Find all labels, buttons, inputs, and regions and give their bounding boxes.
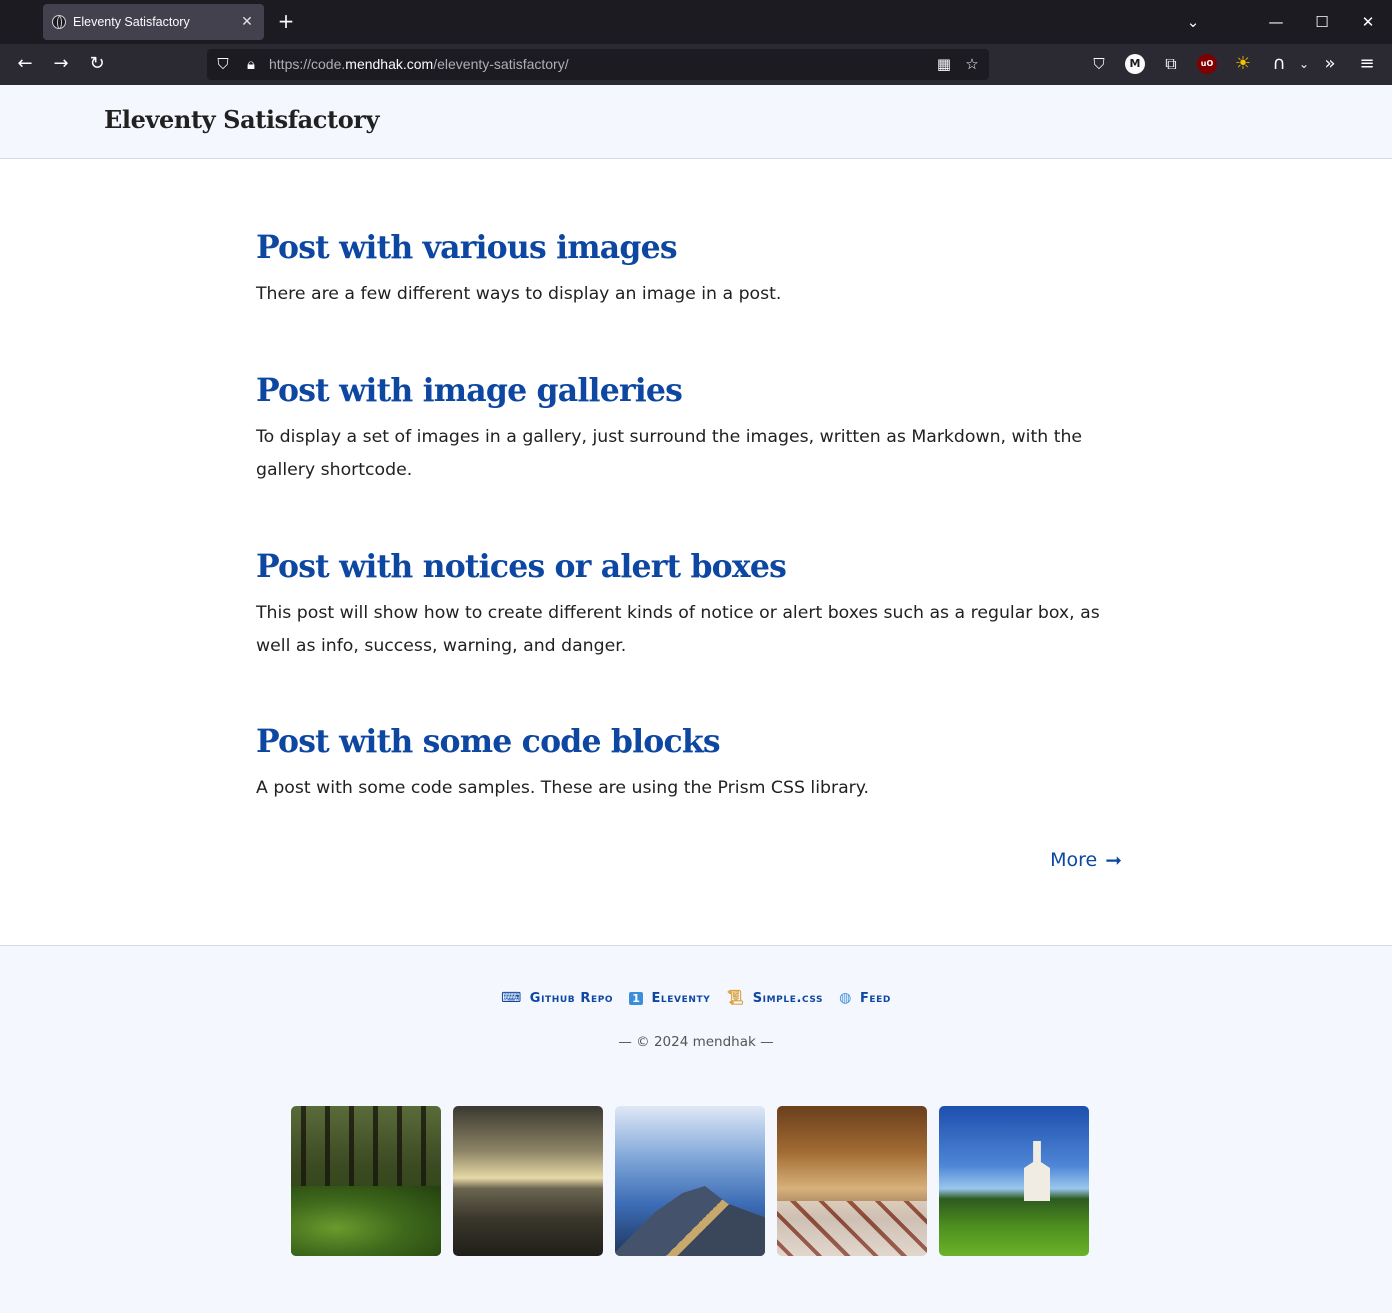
arrow-right-icon: ➞ xyxy=(1105,848,1122,872)
post-item: Post with some code blocks A post with s… xyxy=(256,722,1122,805)
more-link[interactable]: More ➞ xyxy=(1050,848,1122,872)
thumbnail-hall[interactable] xyxy=(777,1106,927,1256)
thumbnail-church[interactable] xyxy=(939,1106,1089,1256)
minimize-button[interactable]: — xyxy=(1261,8,1291,36)
browser-nav-bar: ← → ↻ ⛉ 🔒︎ https://code.mendhak.com/elev… xyxy=(0,44,1392,85)
browser-tab[interactable]: Eleventy Satisfactory ✕ xyxy=(43,4,264,40)
site-footer: ⌨ Github Repo 1 Eleventy 📜︎ Simple.css ◍… xyxy=(0,945,1392,1313)
maximize-button[interactable]: ☐ xyxy=(1307,8,1337,36)
reload-icon[interactable]: ↻ xyxy=(83,50,111,78)
footer-thumbnails xyxy=(291,1106,1089,1256)
shield-icon[interactable]: ⛉ xyxy=(211,52,235,76)
post-title-link[interactable]: Post with some code blocks xyxy=(256,722,1122,762)
globe-icon: ◍ xyxy=(839,990,852,1006)
post-item: Post with notices or alert boxes This po… xyxy=(256,547,1122,663)
bookmark-star-icon[interactable]: ☆ xyxy=(960,52,984,76)
scroll-icon: 📜︎ xyxy=(726,990,745,1006)
overflow-chevrons-icon[interactable]: » xyxy=(1316,50,1344,78)
footer-link-feed[interactable]: ◍ Feed xyxy=(839,990,891,1006)
thumbnail-forest[interactable] xyxy=(291,1106,441,1256)
copyright: — © 2024 mendhak — xyxy=(618,1034,774,1050)
site-header: Eleventy Satisfactory xyxy=(0,85,1392,159)
qr-code-icon[interactable]: ▦ xyxy=(932,52,956,76)
tab-title: Eleventy Satisfactory xyxy=(73,15,190,29)
back-icon[interactable]: ← xyxy=(11,50,39,78)
close-window-button[interactable]: ✕ xyxy=(1353,8,1383,36)
post-title-link[interactable]: Post with various images xyxy=(256,228,1122,268)
footer-link-simplecss[interactable]: 📜︎ Simple.css xyxy=(726,990,823,1006)
post-description: There are a few different ways to displa… xyxy=(256,284,782,304)
lock-icon[interactable]: 🔒︎ xyxy=(239,52,263,76)
more-label: More xyxy=(1050,849,1098,871)
menu-icon[interactable]: ≡ xyxy=(1353,50,1381,78)
sun-icon[interactable]: ☀ xyxy=(1229,50,1257,78)
extensions-puzzle-icon[interactable]: ⧉ xyxy=(1157,50,1185,78)
address-bar[interactable]: ⛉ 🔒︎ https://code.mendhak.com/eleventy-s… xyxy=(207,49,989,80)
globe-icon xyxy=(52,15,66,29)
footer-link-github[interactable]: ⌨ Github Repo xyxy=(501,990,613,1006)
ublock-icon[interactable]: uO xyxy=(1197,54,1217,74)
new-tab-button[interactable]: + xyxy=(275,10,297,34)
post-description: A post with some code samples. These are… xyxy=(256,778,870,798)
post-description: To display a set of images in a gallery,… xyxy=(256,427,1083,480)
post-title-link[interactable]: Post with notices or alert boxes xyxy=(256,547,1122,587)
keyboard-icon: ⌨ xyxy=(500,990,522,1006)
extension-m-icon[interactable]: M xyxy=(1125,54,1145,74)
headphones-icon[interactable]: ∩ xyxy=(1265,50,1293,78)
footer-link-eleventy[interactable]: 1 Eleventy xyxy=(629,990,710,1006)
thumbnail-mountain[interactable] xyxy=(615,1106,765,1256)
post-item: Post with various images There are a few… xyxy=(256,228,1122,311)
post-description: This post will show how to create differ… xyxy=(256,603,1100,656)
keycap-one-icon: 1 xyxy=(629,991,644,1005)
url-text[interactable]: https://code.mendhak.com/eleventy-satisf… xyxy=(269,56,569,72)
list-tabs-icon[interactable]: ⌄ xyxy=(1178,8,1208,36)
browser-tab-bar: Eleventy Satisfactory ✕ + ⌄ — ☐ ✕ xyxy=(0,0,1392,44)
footer-links: ⌨ Github Repo 1 Eleventy 📜︎ Simple.css ◍… xyxy=(0,990,1392,1006)
thumbnail-sea[interactable] xyxy=(453,1106,603,1256)
forward-icon[interactable]: → xyxy=(47,50,75,78)
post-title-link[interactable]: Post with image galleries xyxy=(256,371,1122,411)
pocket-icon[interactable]: ⛉ xyxy=(1085,50,1113,78)
chevron-down-icon[interactable]: ⌄ xyxy=(1290,50,1318,78)
post-item: Post with image galleries To display a s… xyxy=(256,371,1122,487)
site-title[interactable]: Eleventy Satisfactory xyxy=(104,105,380,134)
close-tab-icon[interactable]: ✕ xyxy=(236,14,258,30)
